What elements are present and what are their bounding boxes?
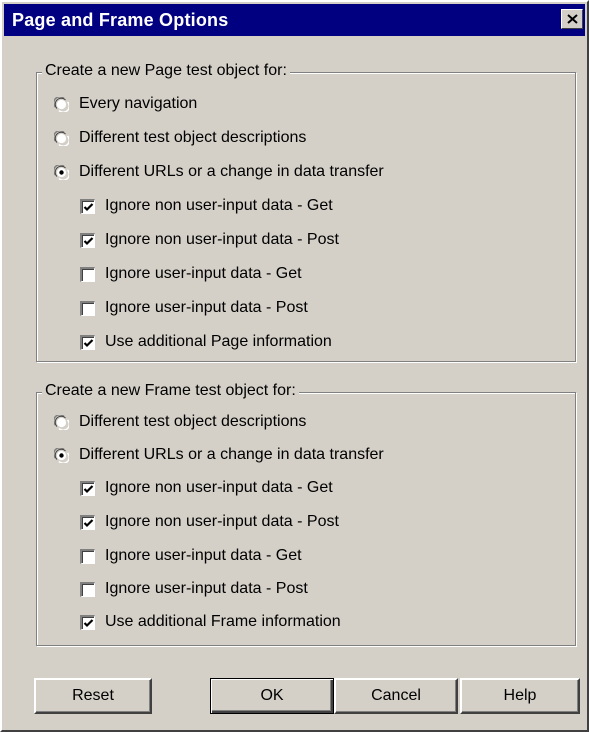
page-check-ignore-non-user-post-label: Ignore non user-input data - Post	[105, 231, 339, 248]
page-check-ignore-user-post[interactable]: Ignore user-input data - Post	[80, 296, 308, 320]
frame-radio-different-urls-label: Different URLs or a change in data trans…	[79, 446, 384, 463]
frame-check-ignore-user-post-box	[80, 581, 95, 597]
close-button[interactable]	[561, 9, 583, 29]
checkmark-icon	[83, 338, 94, 347]
frame-check-ignore-non-user-post-label: Ignore non user-input data - Post	[105, 513, 339, 530]
checkmark-icon	[83, 518, 94, 527]
frame-check-ignore-non-user-post[interactable]: Ignore non user-input data - Post	[80, 510, 339, 534]
help-button[interactable]: Help	[460, 678, 580, 714]
frame-check-ignore-non-user-get-box	[80, 480, 95, 496]
frame-check-ignore-user-post[interactable]: Ignore user-input data - Post	[80, 577, 308, 601]
frame-check-ignore-user-get[interactable]: Ignore user-input data - Get	[80, 544, 302, 568]
frame-check-ignore-user-post-label: Ignore user-input data - Post	[105, 580, 308, 597]
page-check-ignore-non-user-get[interactable]: Ignore non user-input data - Get	[80, 194, 333, 218]
page-radio-different-descriptions[interactable]: Different test object descriptions	[54, 126, 306, 150]
frame-check-ignore-non-user-get-label: Ignore non user-input data - Get	[105, 479, 333, 496]
page-check-ignore-user-get-box	[80, 266, 95, 282]
page-radio-every-navigation-label: Every navigation	[79, 95, 198, 112]
page-check-ignore-user-post-label: Ignore user-input data - Post	[105, 299, 308, 316]
frame-check-ignore-user-get-label: Ignore user-input data - Get	[105, 547, 302, 564]
page-check-ignore-non-user-post[interactable]: Ignore non user-input data - Post	[80, 228, 339, 252]
frame-check-use-additional-info-label: Use additional Frame information	[105, 613, 341, 630]
frame-check-ignore-non-user-post-box	[80, 514, 95, 530]
page-check-ignore-user-get-label: Ignore user-input data - Get	[105, 265, 302, 282]
frame-radio-different-descriptions-label: Different test object descriptions	[79, 413, 307, 430]
checkmark-icon	[83, 202, 94, 211]
cancel-button[interactable]: Cancel	[334, 678, 458, 714]
page-radio-different-descriptions-icon	[54, 130, 69, 146]
frame-check-use-additional-info-box	[80, 614, 95, 630]
frame-check-ignore-non-user-get[interactable]: Ignore non user-input data - Get	[80, 476, 333, 500]
page-radio-every-navigation-icon	[54, 96, 69, 112]
ok-button[interactable]: OK	[210, 678, 334, 714]
page-check-use-additional-info-box	[80, 334, 95, 350]
page-check-ignore-non-user-get-box	[80, 198, 95, 214]
checkmark-icon	[83, 618, 94, 627]
title-bar: Page and Frame Options	[4, 4, 585, 36]
page-check-ignore-non-user-post-box	[80, 232, 95, 248]
page-and-frame-options-dialog: Page and Frame Options Create a new Page…	[0, 0, 589, 732]
checkmark-icon	[83, 236, 94, 245]
page-check-ignore-non-user-get-label: Ignore non user-input data - Get	[105, 197, 333, 214]
frame-radio-different-descriptions[interactable]: Different test object descriptions	[54, 410, 306, 434]
frame-radio-different-urls-icon	[54, 447, 69, 463]
page-radio-every-navigation[interactable]: Every navigation	[54, 92, 197, 116]
page-group-legend: Create a new Page test object for:	[42, 62, 290, 80]
frame-group-legend: Create a new Frame test object for:	[42, 382, 299, 400]
page-radio-different-urls[interactable]: Different URLs or a change in data trans…	[54, 160, 384, 184]
page-check-use-additional-info-label: Use additional Page information	[105, 333, 332, 350]
close-icon	[567, 14, 578, 24]
frame-radio-different-descriptions-icon	[54, 414, 69, 430]
checkmark-icon	[83, 484, 94, 493]
reset-button[interactable]: Reset	[34, 678, 152, 714]
frame-check-use-additional-info[interactable]: Use additional Frame information	[80, 610, 341, 634]
frame-check-ignore-user-get-box	[80, 548, 95, 564]
page-radio-different-descriptions-label: Different test object descriptions	[79, 129, 307, 146]
page-radio-different-urls-label: Different URLs or a change in data trans…	[79, 163, 384, 180]
page-check-ignore-user-get[interactable]: Ignore user-input data - Get	[80, 262, 302, 286]
page-radio-different-urls-icon	[54, 164, 69, 180]
frame-radio-different-urls[interactable]: Different URLs or a change in data trans…	[54, 443, 384, 467]
page-check-use-additional-info[interactable]: Use additional Page information	[80, 330, 332, 354]
page-check-ignore-user-post-box	[80, 300, 95, 316]
dialog-title: Page and Frame Options	[12, 10, 229, 30]
